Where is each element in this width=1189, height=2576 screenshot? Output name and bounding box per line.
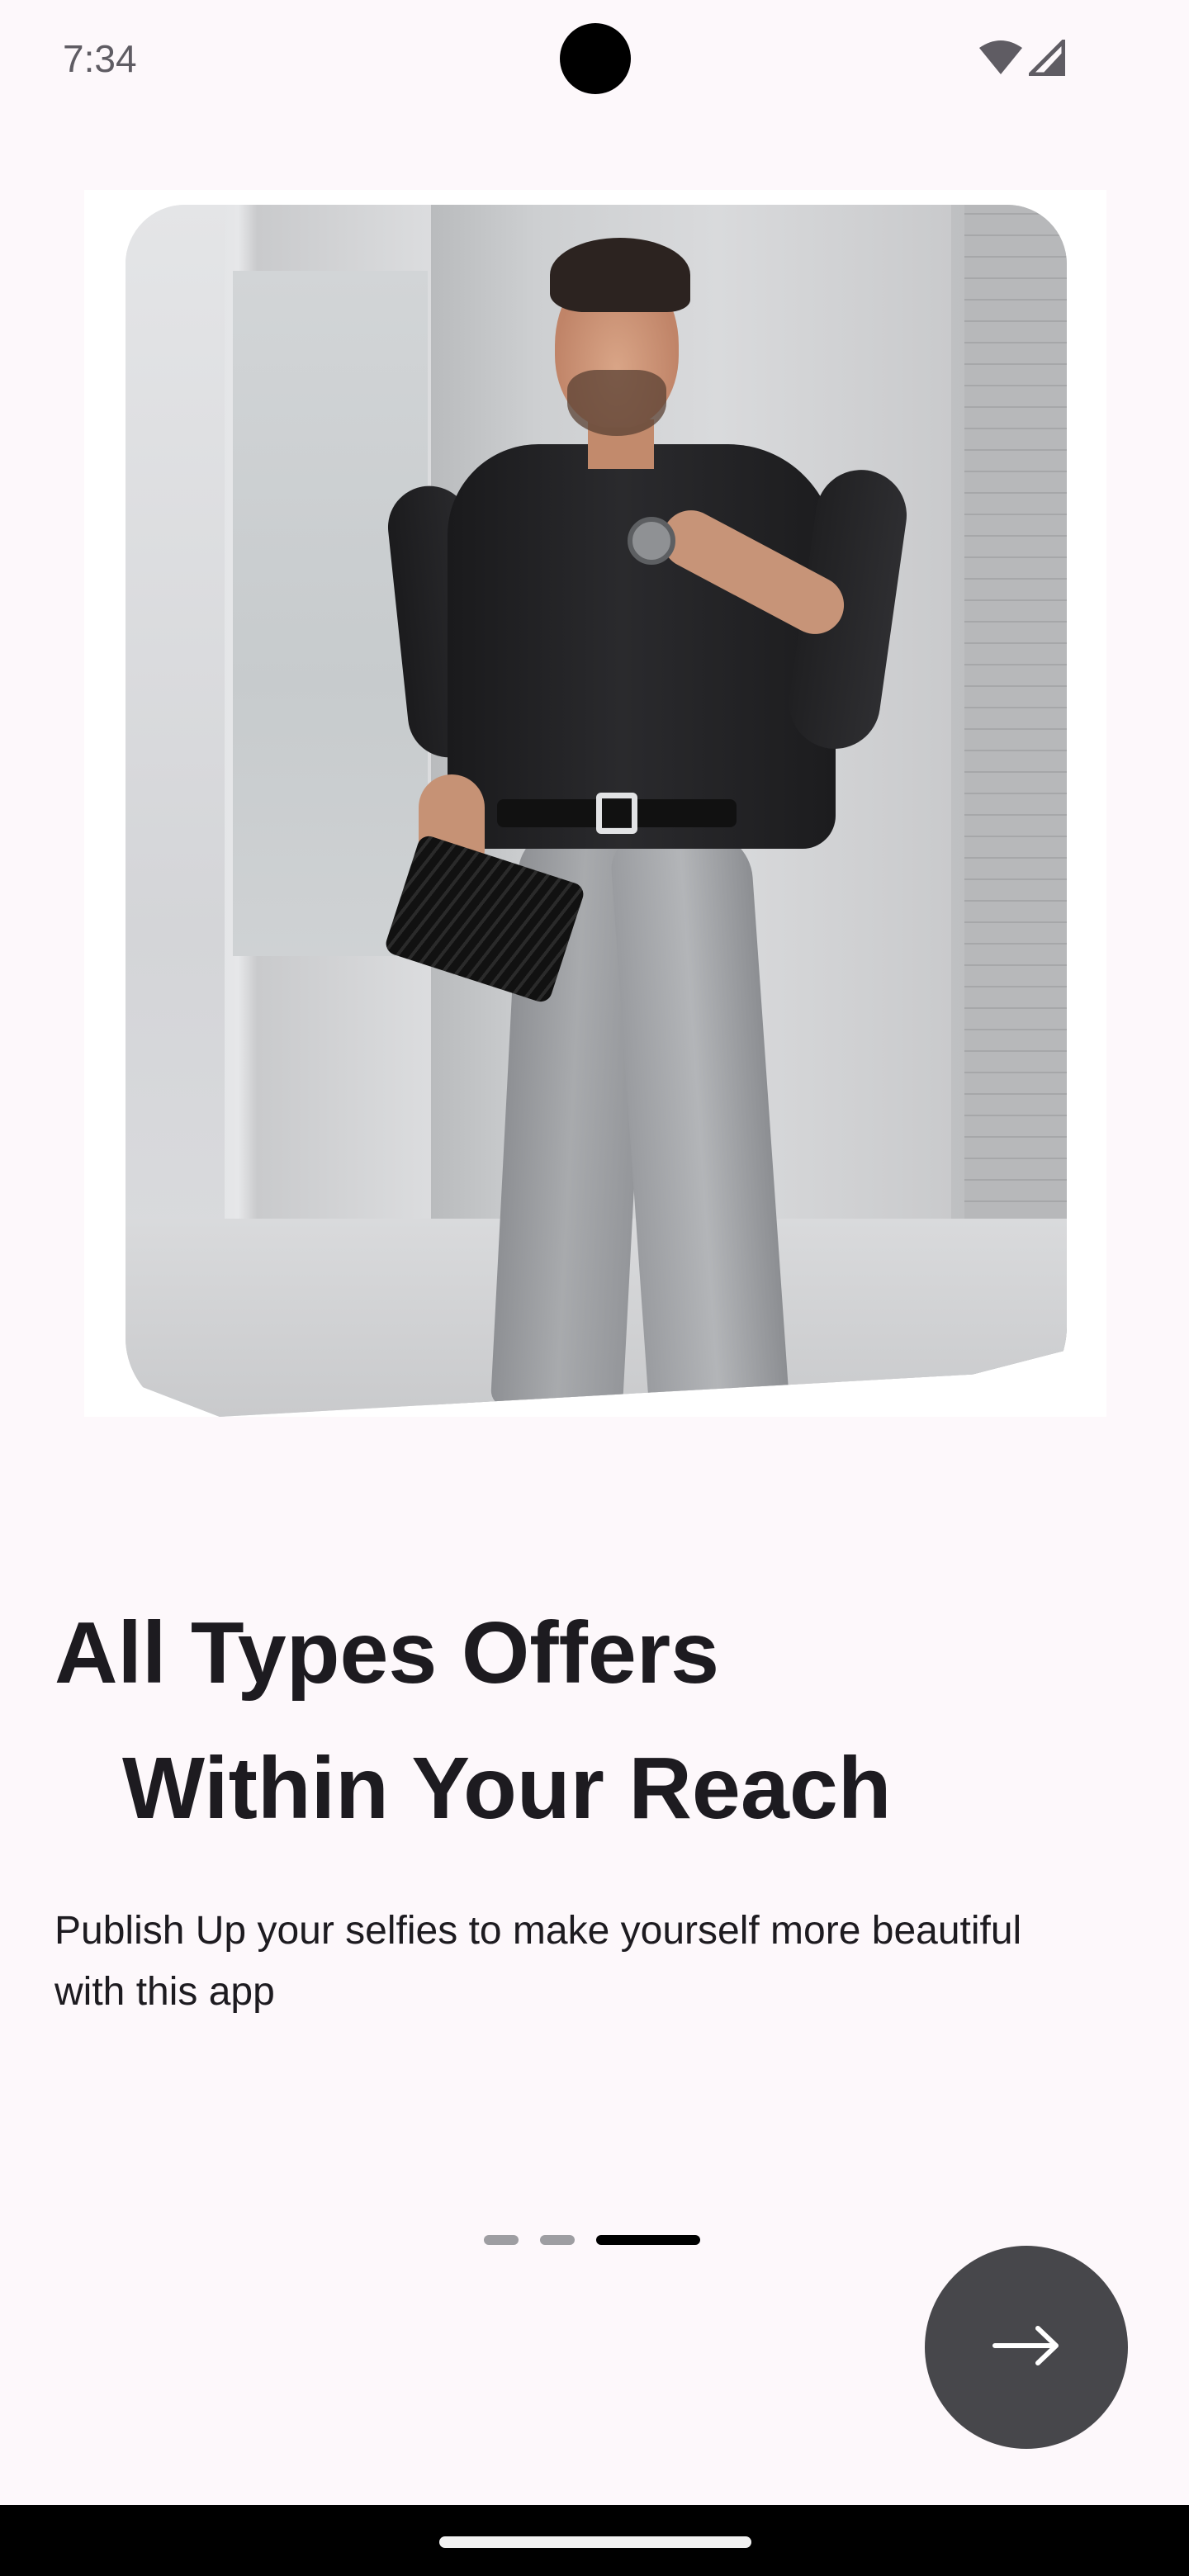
page-indicator-dot-3-active[interactable] bbox=[596, 2235, 700, 2245]
hero-image-frame bbox=[84, 190, 1106, 1417]
title-line-2: Within Your Reach bbox=[122, 1740, 892, 1837]
title-line-1: All Types Offers bbox=[54, 1604, 720, 1702]
camera-cutout bbox=[560, 23, 631, 94]
page-indicator-dot-2[interactable] bbox=[540, 2235, 575, 2245]
next-button[interactable] bbox=[925, 2246, 1128, 2449]
page-indicator-dot-1[interactable] bbox=[484, 2235, 519, 2245]
wifi-icon bbox=[978, 40, 1024, 76]
status-bar: 7:34 bbox=[0, 0, 1189, 116]
model-photo bbox=[126, 205, 1067, 1417]
cellular-signal-icon bbox=[1029, 40, 1065, 76]
status-icons bbox=[978, 40, 1065, 76]
page-indicator bbox=[484, 2234, 700, 2246]
arrow-right-icon bbox=[992, 2325, 1061, 2370]
status-time: 7:34 bbox=[63, 37, 137, 80]
home-gesture-handle[interactable] bbox=[439, 2536, 751, 2548]
onboarding-description: Publish Up your selfies to make yourself… bbox=[54, 1909, 1022, 2014]
onboarding-title: All Types Offers Within Your Reach bbox=[54, 1585, 1128, 1856]
